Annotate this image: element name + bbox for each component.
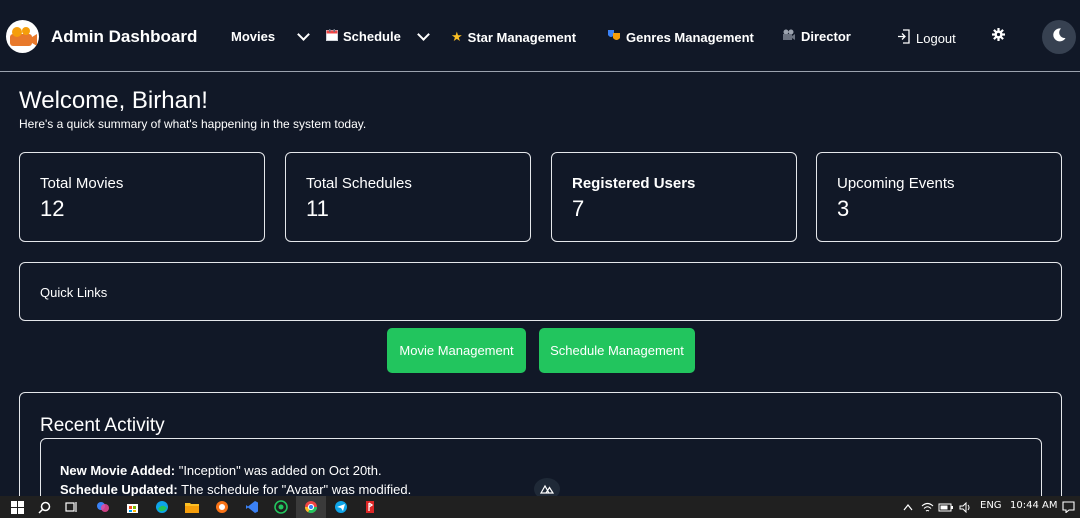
clock[interactable]: 10:44 AM [1010,500,1057,511]
edge-browser-icon[interactable] [154,499,170,515]
stat-card-total-movies: Total Movies 12 [19,152,265,242]
schedule-management-button[interactable]: Schedule Management [539,328,695,373]
quick-links-title: Quick Links [40,285,108,300]
chevron-down-icon [416,27,430,41]
nav-movies-dropdown[interactable]: Movies [231,27,310,44]
movie-management-button[interactable]: Movie Management [387,328,526,373]
app-icon-red[interactable] [362,499,378,515]
brand-title[interactable]: Admin Dashboard [51,27,197,47]
nav-director-label: Director [801,29,851,44]
stat-value: 7 [572,196,585,221]
activity-text: The schedule for "Avatar" was modified. [177,482,412,497]
stat-card-upcoming-events: Upcoming Events 3 [816,152,1062,242]
brand-logo[interactable] [6,20,39,53]
movie-camera-icon [782,29,796,44]
stat-label: Upcoming Events [837,175,955,192]
nav-movies-label: Movies [231,29,276,44]
list-item: New Movie Added: "Inception" was added o… [60,461,1041,480]
settings-button[interactable] [992,28,1005,44]
activity-text: "Inception" was added on Oct 20th. [175,463,382,478]
moon-icon [1051,27,1067,48]
stat-label: Total Movies [40,175,124,192]
quick-links-panel: Quick Links [19,262,1062,321]
nav-schedule-dropdown[interactable]: Schedule [326,27,430,44]
nav-genres-label: Genres Management [626,29,754,45]
stat-label: Total Schedules [306,175,412,192]
battery-icon[interactable] [938,499,954,515]
task-view-icon[interactable] [63,499,79,515]
chevron-down-icon [297,27,310,41]
stat-card-total-schedules: Total Schedules 11 [285,152,531,242]
chevron-up-icon[interactable] [900,499,916,515]
nav-star-label: Star Management [467,29,577,45]
vscode-icon[interactable] [244,499,260,515]
nav-schedule-label: Schedule [343,29,401,44]
stat-label: Registered Users [572,175,696,192]
theater-masks-icon [607,29,621,45]
welcome-subtitle: Here's a quick summary of what's happeni… [19,117,367,131]
stat-value: 11 [306,196,329,221]
nav-star-management[interactable]: ★ Star Management [451,29,576,45]
chrome-icon[interactable] [296,496,326,518]
app-icon-orange[interactable] [214,499,230,515]
windows-start-icon[interactable] [9,499,25,515]
nav-director[interactable]: Director [782,29,851,44]
calendar-icon [326,29,338,44]
welcome-heading: Welcome, Birhan! [19,87,208,114]
notifications-icon[interactable] [1060,499,1076,515]
stat-value: 3 [837,196,850,221]
telegram-icon[interactable] [333,499,349,515]
top-navbar: Admin Dashboard Movies Schedule ★ Star M… [0,0,1080,72]
store-icon[interactable] [124,499,140,515]
copilot-icon[interactable] [95,499,111,515]
windows-taskbar: ENG 10:44 AM [0,496,1080,518]
whatsapp-icon[interactable] [273,499,289,515]
theme-toggle-button[interactable] [1042,20,1076,54]
stat-card-registered-users: Registered Users 7 [551,152,797,242]
stat-value: 12 [40,196,65,221]
language-indicator[interactable]: ENG [980,500,1002,511]
file-explorer-icon[interactable] [184,499,200,515]
logout-icon [897,29,911,47]
nav-logout[interactable]: Logout [897,29,956,47]
gear-icon [992,28,1005,44]
activity-label: New Movie Added: [60,463,176,478]
volume-icon[interactable] [957,499,973,515]
activity-label: Schedule Updated: [60,482,178,497]
nav-logout-label: Logout [916,30,956,46]
recent-activity-title: Recent Activity [40,415,165,436]
nav-genres-management[interactable]: Genres Management [607,29,754,45]
search-icon[interactable] [36,499,52,515]
wifi-icon[interactable] [919,499,935,515]
star-icon: ★ [451,29,463,44]
